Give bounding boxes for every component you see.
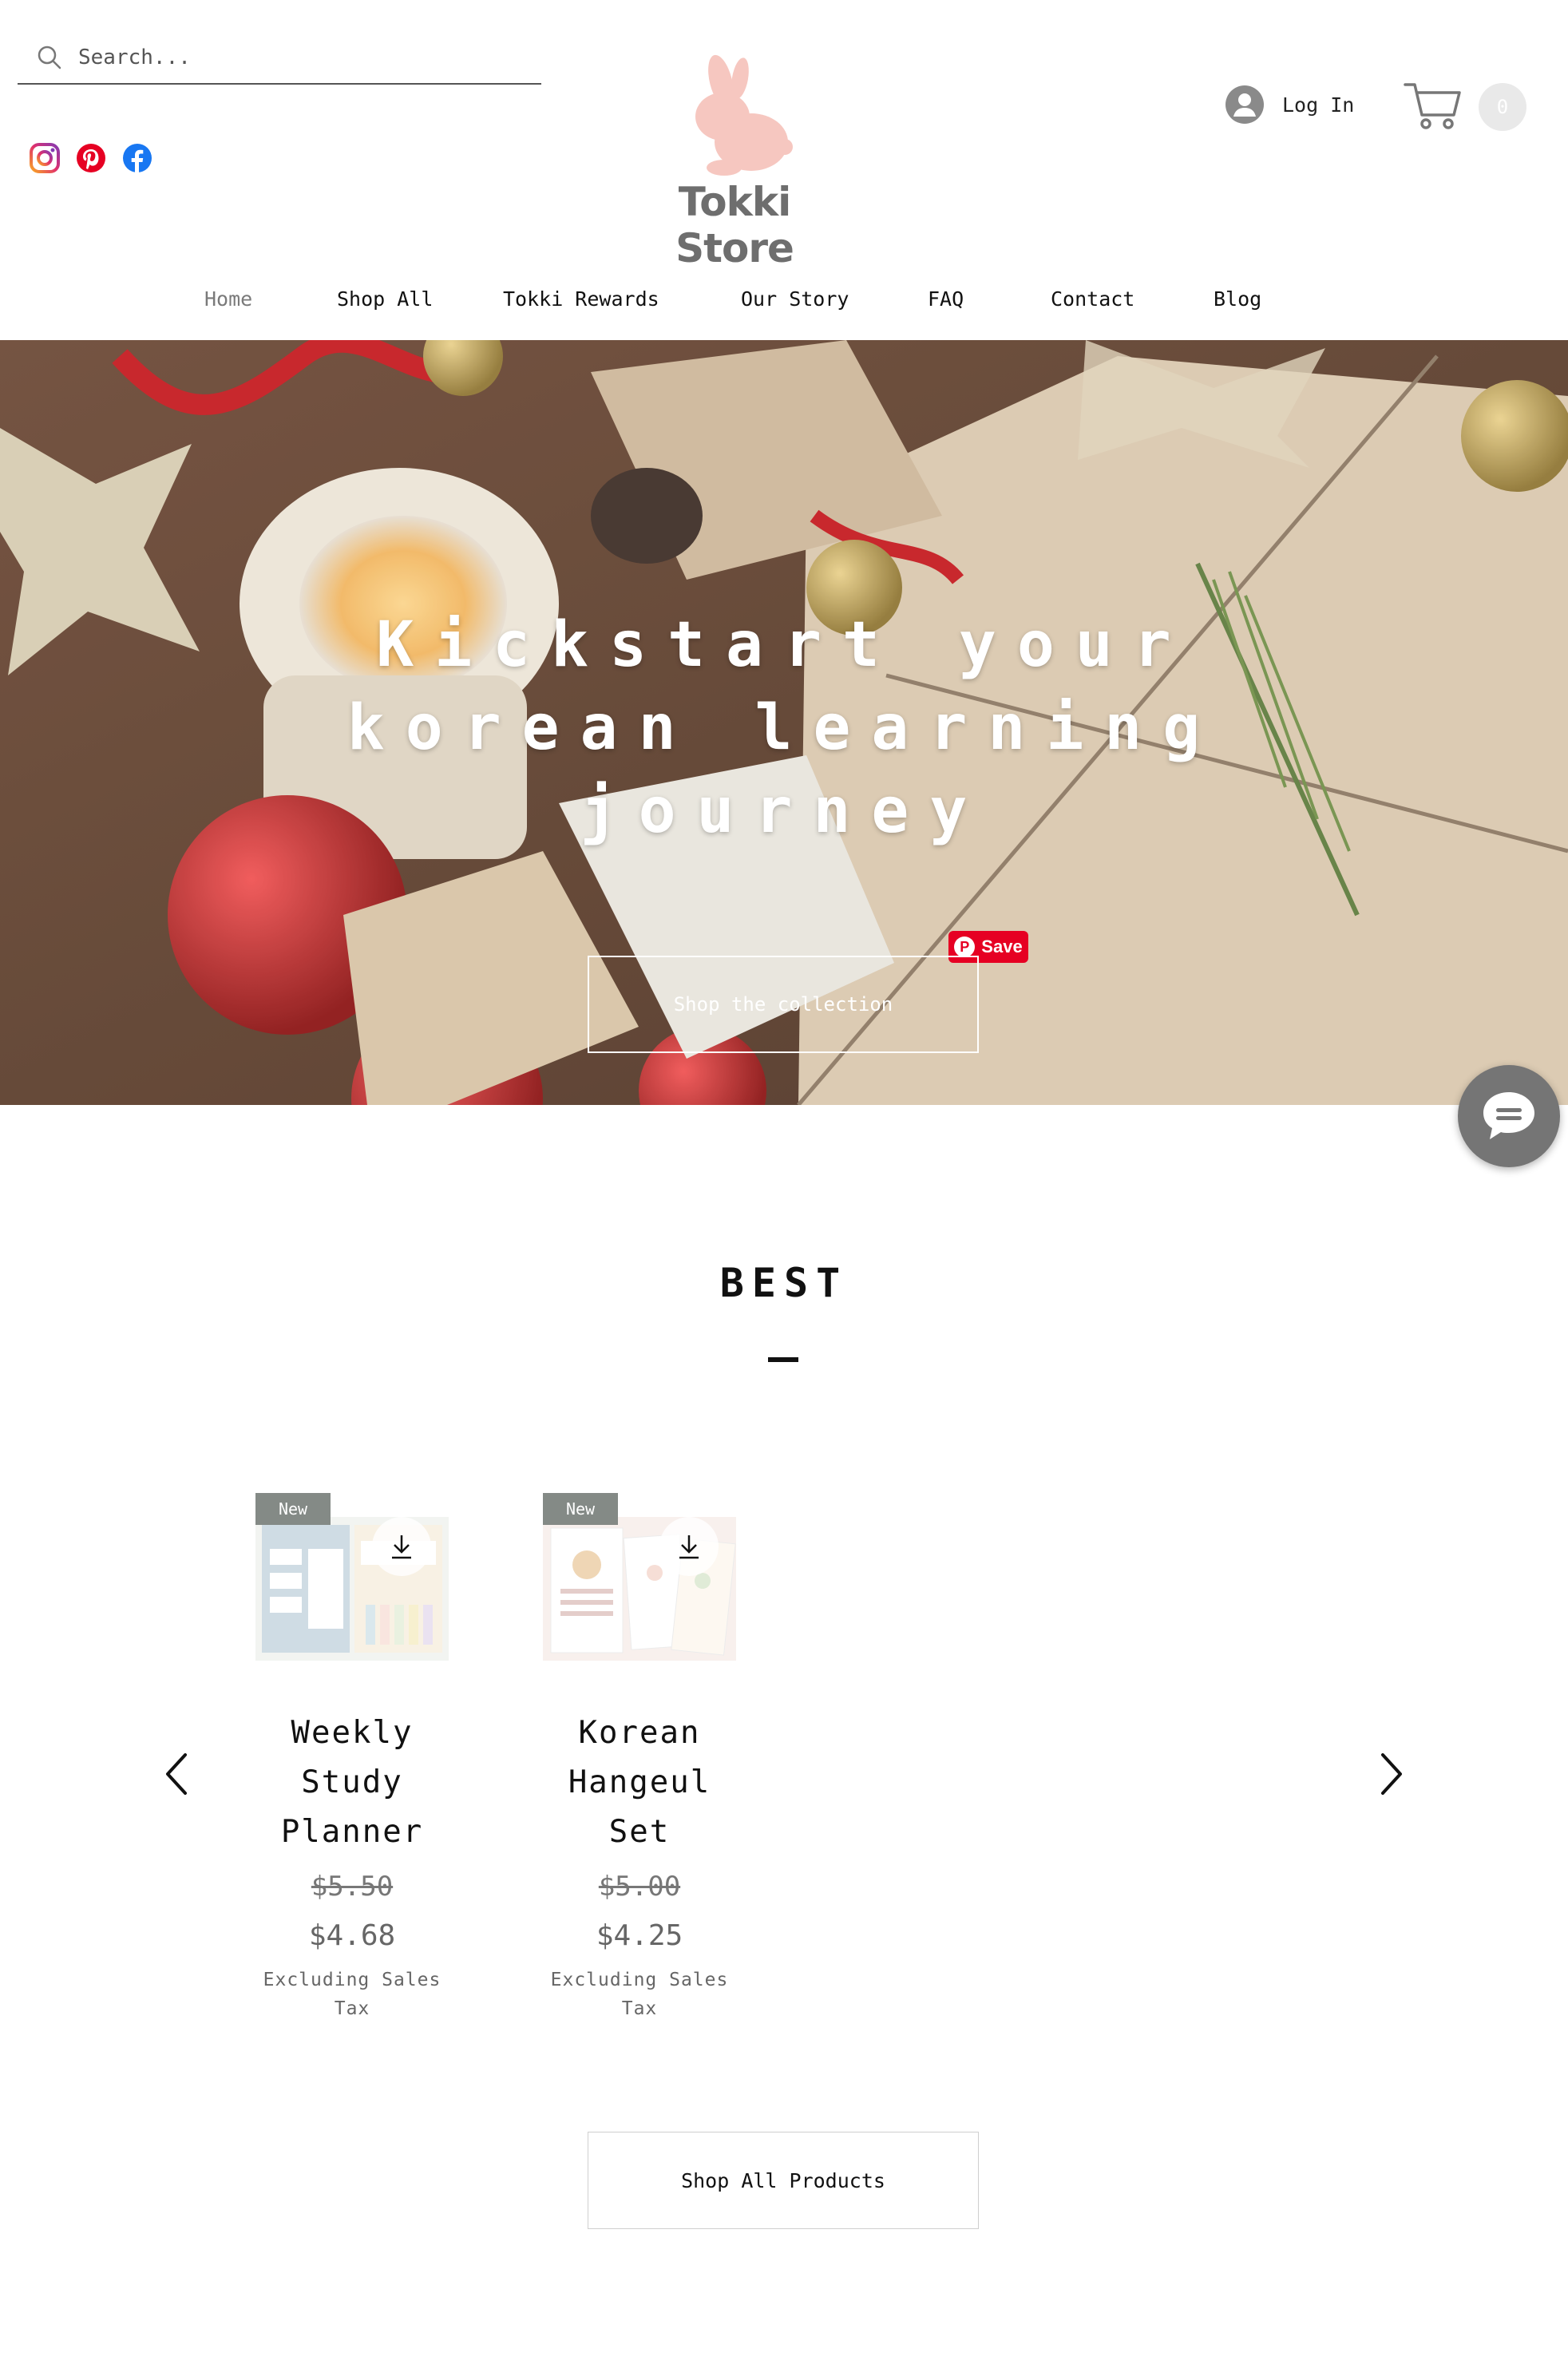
shop-collection-button[interactable]: Shop the collection xyxy=(588,956,979,1053)
nav-item-home[interactable]: Home xyxy=(204,287,252,311)
chat-bubble-icon xyxy=(1483,1092,1534,1139)
store-logo[interactable]: Tokki Store xyxy=(631,48,838,271)
social-links xyxy=(29,142,153,174)
new-badge: New xyxy=(255,1493,331,1525)
facebook-icon[interactable] xyxy=(121,142,153,174)
title-underline xyxy=(768,1357,798,1362)
product-image[interactable]: New xyxy=(543,1493,736,1661)
sale-price: $4.68 xyxy=(308,1919,396,1952)
user-avatar-icon xyxy=(1225,85,1264,124)
sale-price: $4.25 xyxy=(596,1919,683,1952)
download-button[interactable] xyxy=(372,1517,431,1576)
search-icon xyxy=(38,46,61,69)
instagram-icon[interactable] xyxy=(29,142,61,174)
original-price: $5.00 xyxy=(598,1871,681,1903)
tax-note: Excluding Sales Tax xyxy=(263,1970,441,2019)
chevron-left-icon[interactable] xyxy=(161,1750,193,1798)
search-input[interactable] xyxy=(78,46,509,69)
search-bar[interactable] xyxy=(18,32,541,85)
chat-widget-button[interactable] xyxy=(1458,1065,1560,1167)
best-section-title: BEST xyxy=(719,1260,849,1306)
tax-note: Excluding Sales Tax xyxy=(550,1970,729,2019)
cart-count-badge: 0 xyxy=(1479,83,1526,131)
product-name[interactable]: Korean Hangeul Set xyxy=(543,1709,736,1857)
rabbit-logo-icon xyxy=(695,54,793,176)
product-name[interactable]: Weekly Study Planner xyxy=(255,1709,449,1857)
hero-title: Kickstart your korean learning journey xyxy=(346,609,1222,847)
pin-save-label: Save xyxy=(981,937,1023,956)
nav-item-our-story[interactable]: Our Story xyxy=(741,287,849,311)
download-icon xyxy=(392,1535,411,1559)
download-icon xyxy=(679,1535,699,1559)
cart-button[interactable]: 0 xyxy=(1402,78,1530,134)
new-badge: New xyxy=(543,1493,618,1525)
chevron-right-icon[interactable] xyxy=(1375,1750,1407,1798)
cart-icon xyxy=(1404,83,1461,129)
logo-text: Tokki Store xyxy=(675,179,794,271)
download-button[interactable] xyxy=(659,1517,719,1576)
nav-item-blog[interactable]: Blog xyxy=(1214,287,1261,311)
product-image[interactable]: New xyxy=(255,1493,449,1661)
login-label: Log In xyxy=(1282,93,1355,117)
hero-banner: Kickstart your korean learning journey P… xyxy=(0,340,1568,1105)
product-card[interactable]: New Korean Hangeul Set $5.00 $4.25 Exclu… xyxy=(543,1493,736,2023)
original-price: $5.50 xyxy=(311,1871,394,1903)
nav-item-shop-all[interactable]: Shop All xyxy=(337,287,433,311)
shop-all-products-button[interactable]: Shop All Products xyxy=(588,2132,979,2229)
pinterest-small-icon: P xyxy=(954,937,976,957)
login-button[interactable]: Log In xyxy=(1225,85,1354,125)
nav-item-contact[interactable]: Contact xyxy=(1051,287,1134,311)
nav-item-faq[interactable]: FAQ xyxy=(928,287,964,311)
nav-item-tokki-rewards[interactable]: Tokki Rewards xyxy=(503,287,659,311)
pinterest-icon[interactable] xyxy=(75,142,107,174)
main-nav: Home Shop All Tokki Rewards Our Story FA… xyxy=(0,287,1568,319)
product-card[interactable]: New Weekly Study Planner $5.50 $4.68 Exc… xyxy=(255,1493,449,2023)
